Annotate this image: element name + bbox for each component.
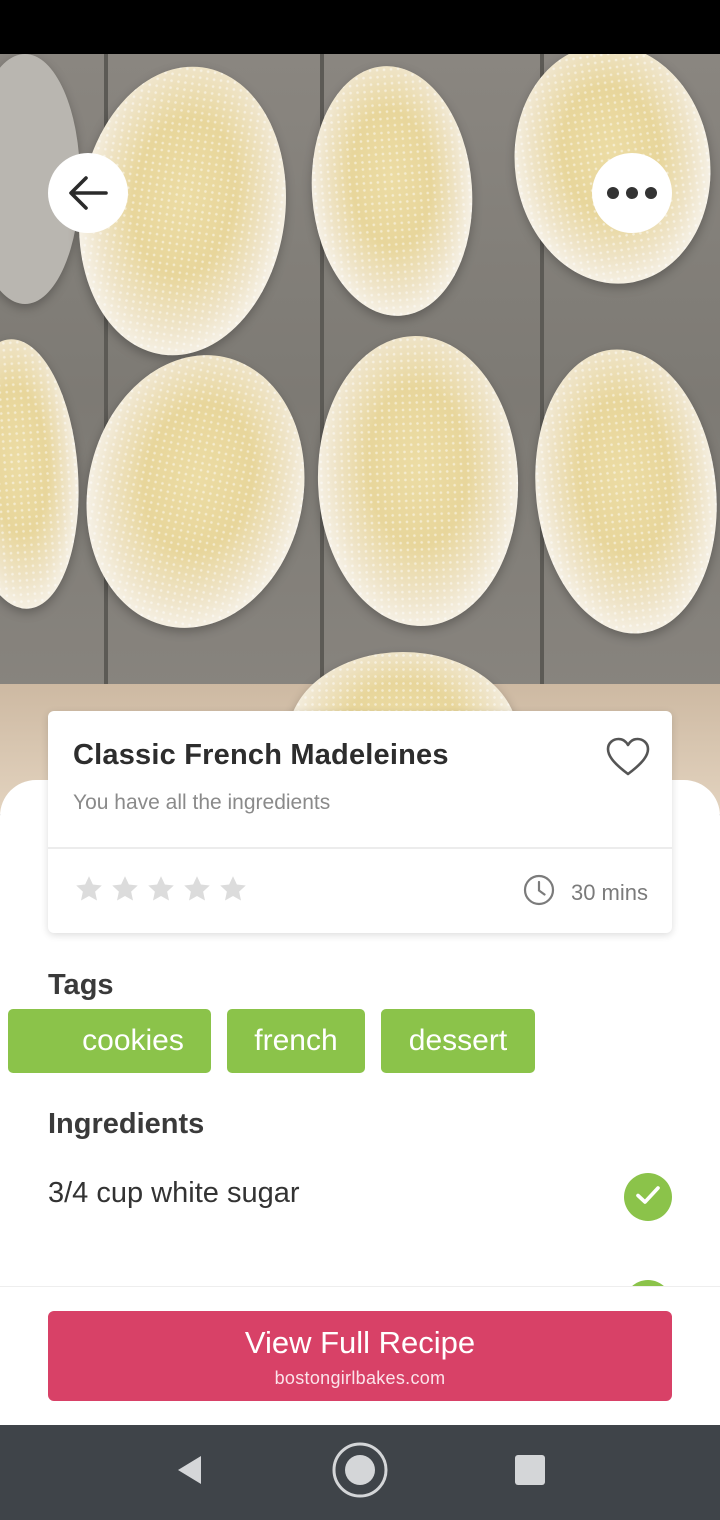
- status-bar: [0, 0, 720, 54]
- star-icon[interactable]: [182, 874, 212, 904]
- card-divider: [48, 847, 672, 849]
- star-icon[interactable]: [218, 874, 248, 904]
- arrow-left-icon: [62, 167, 114, 219]
- madeleine: [303, 60, 481, 322]
- tag-french[interactable]: french: [227, 1009, 365, 1073]
- view-full-recipe-button[interactable]: View Full Recipe bostongirlbakes.com: [48, 1311, 672, 1401]
- cook-time: 30 mins: [523, 874, 648, 911]
- cta-label: View Full Recipe: [244, 1325, 476, 1360]
- tags-heading: Tags: [48, 969, 114, 1001]
- cook-time-label: 30 mins: [570, 879, 648, 905]
- tag-cookies[interactable]: cookies: [8, 1009, 211, 1073]
- tag-dessert[interactable]: dessert: [381, 1009, 535, 1073]
- back-button[interactable]: [48, 153, 128, 233]
- cta-source: bostongirlbakes.com: [274, 1368, 446, 1388]
- nav-back-button[interactable]: [150, 1425, 230, 1520]
- ingredient-available-indicator: [624, 1173, 672, 1221]
- more-options-button[interactable]: [592, 153, 672, 233]
- ingredients-heading: Ingredients: [48, 1108, 205, 1140]
- star-icon[interactable]: [146, 874, 176, 904]
- ingredient-item: 3/4 cup white sugar: [48, 1177, 300, 1209]
- check-icon: [634, 1183, 662, 1212]
- heart-icon: [606, 737, 650, 781]
- star-icon[interactable]: [74, 874, 104, 904]
- rating-stars[interactable]: [74, 874, 248, 904]
- circle-home-icon: [331, 1441, 389, 1504]
- more-horizontal-icon: [605, 186, 659, 200]
- madeleine: [313, 332, 523, 630]
- madeleine: [0, 335, 88, 613]
- system-navigation-bar: [0, 1425, 720, 1520]
- madeleine: [61, 334, 330, 649]
- madeleine: [521, 340, 720, 643]
- triangle-back-icon: [173, 1453, 207, 1492]
- nav-home-button[interactable]: [320, 1425, 400, 1520]
- favorite-button[interactable]: [606, 737, 650, 782]
- recipe-summary-card: Classic French Madeleines You have all t…: [48, 711, 672, 933]
- recipe-title: Classic French Madeleines: [73, 739, 449, 771]
- clock-icon: [523, 874, 555, 911]
- star-icon[interactable]: [110, 874, 140, 904]
- nav-recents-button[interactable]: [490, 1425, 570, 1520]
- ingredients-status: You have all the ingredients: [73, 791, 331, 814]
- square-recents-icon: [514, 1454, 546, 1491]
